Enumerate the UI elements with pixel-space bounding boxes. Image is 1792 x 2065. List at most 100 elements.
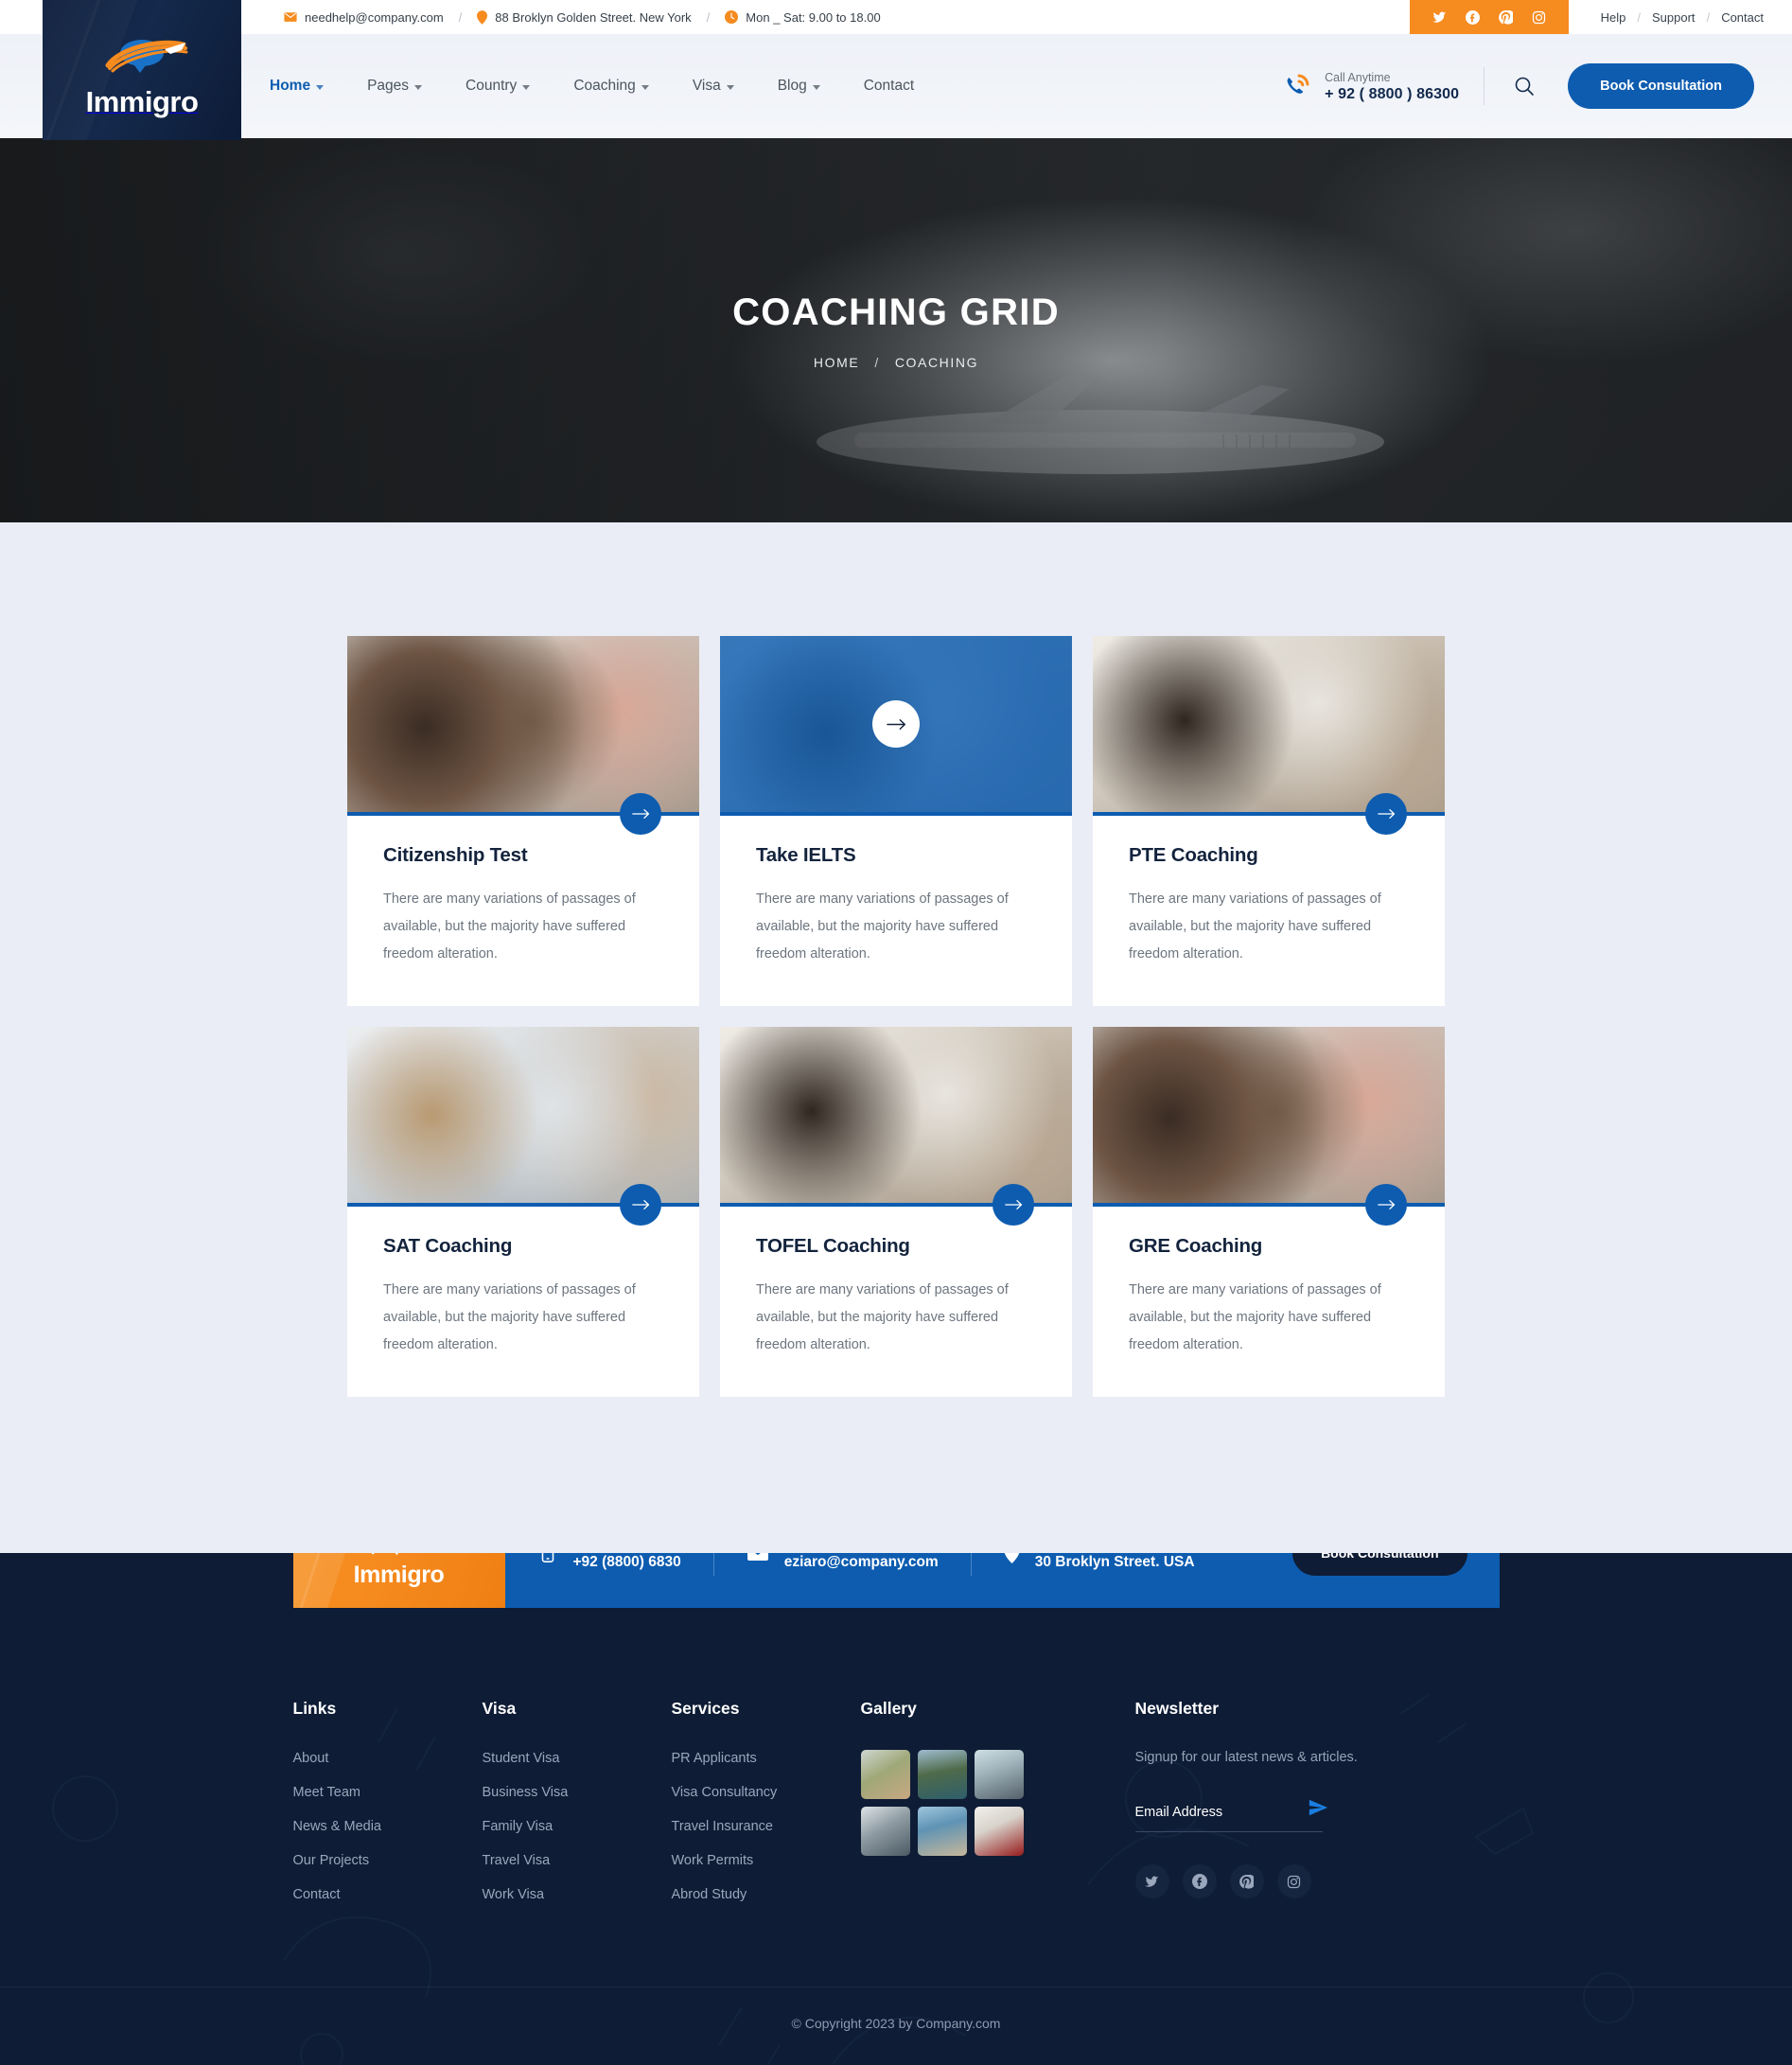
nav-item-coaching[interactable]: Coaching (552, 78, 671, 95)
card-arrow-icon[interactable] (1365, 793, 1407, 835)
footer-columns: Links About Meet Team News & Media Our P… (293, 1608, 1500, 1986)
topbar-link-help[interactable]: Help (1601, 10, 1626, 25)
page-title: COACHING GRID (732, 291, 1060, 333)
coaching-card-pte-coaching[interactable]: PTE Coaching There are many variations o… (1093, 636, 1445, 1006)
facebook-icon[interactable] (1182, 1864, 1217, 1898)
card-arrow-icon[interactable] (1365, 1184, 1407, 1226)
card-accent-bar (347, 1184, 699, 1226)
nav-label-pages: Pages (367, 78, 410, 94)
topbar-contact-group: needhelp@company.com / 88 Broklyn Golden… (284, 10, 881, 25)
footer-link-contact[interactable]: Contact (293, 1887, 341, 1902)
footer-column-newsletter: Newsletter Signup for our latest news & … (1134, 1699, 1500, 1920)
card-arrow-icon[interactable] (993, 1184, 1034, 1226)
card-title: Take IELTS (756, 844, 856, 866)
card-description: There are many variations of passages of… (1129, 1282, 1381, 1352)
call-anytime-block[interactable]: Call Anytime + 92 ( 8800 ) 86300 (1281, 69, 1459, 103)
footer-column-services: Services PR Applicants Visa Consultancy … (672, 1699, 861, 1920)
card-accent-bar (720, 1184, 1072, 1226)
list-item: Our Projects (293, 1852, 483, 1869)
nav-label-home: Home (270, 78, 311, 94)
list-item: About (293, 1750, 483, 1767)
coaching-card-citizenship-test[interactable]: Citizenship Test There are many variatio… (347, 636, 699, 1006)
send-icon[interactable] (1308, 1797, 1328, 1821)
list-item: Abrod Study (672, 1886, 861, 1903)
footer-email-item[interactable]: Email: eziaro@company.com (747, 1553, 971, 1571)
coaching-cards-section: Citizenship Test There are many variatio… (0, 522, 1792, 1553)
card-accent-bar (347, 793, 699, 835)
coaching-card-sat-coaching[interactable]: SAT Coaching There are many variations o… (347, 1027, 699, 1397)
card-accent-bar (1093, 1184, 1445, 1226)
footer-social-links (1134, 1864, 1500, 1898)
nav-item-pages[interactable]: Pages (345, 78, 444, 95)
twitter-icon[interactable] (1134, 1864, 1169, 1898)
footer-column-links: Links About Meet Team News & Media Our P… (293, 1699, 483, 1920)
gallery-thumb-office[interactable] (860, 1807, 910, 1856)
footer-address-item[interactable]: Address: 30 Broklyn Street. USA (1004, 1553, 1227, 1571)
chevron-down-icon (522, 84, 531, 90)
card-image (347, 636, 699, 812)
site-logo[interactable]: Immigro (43, 0, 241, 140)
footer-gallery-grid (860, 1750, 1135, 1856)
list-item: Travel Insurance (672, 1818, 861, 1835)
chevron-down-icon (641, 84, 649, 90)
envelope-icon (747, 1553, 769, 1562)
location-pin-icon (477, 9, 488, 25)
twitter-icon[interactable] (1432, 10, 1447, 25)
topbar-hours-text: Mon _ Sat: 9.00 to 18.00 (746, 9, 881, 25)
topbar-link-support[interactable]: Support (1652, 10, 1695, 25)
footer-logo-block[interactable]: Immigro (292, 1553, 505, 1608)
footer-address-value: 30 Broklyn Street. USA (1034, 1553, 1195, 1570)
footer-link-family-visa[interactable]: Family Visa (483, 1819, 553, 1834)
footer-book-consultation-button[interactable]: Book Consultation (1292, 1553, 1467, 1576)
card-arrow-icon[interactable] (620, 1184, 661, 1226)
footer-link-travel-visa[interactable]: Travel Visa (483, 1853, 551, 1868)
footer-link-travel-insurance[interactable]: Travel Insurance (672, 1819, 773, 1834)
breadcrumb-current: COACHING (894, 354, 979, 370)
topbar-link-contact[interactable]: Contact (1721, 10, 1764, 25)
topbar-sep-2: / (706, 9, 711, 25)
search-icon[interactable] (1509, 71, 1539, 101)
pinterest-icon[interactable] (1498, 9, 1513, 25)
instagram-icon[interactable] (1532, 10, 1546, 25)
main-navigation: Home Pages Country Coaching Visa Blog Co… (248, 34, 1792, 138)
footer-link-about[interactable]: About (293, 1751, 329, 1766)
facebook-icon[interactable] (1465, 9, 1480, 25)
footer-link-our-projects[interactable]: Our Projects (293, 1853, 370, 1868)
nav-item-blog[interactable]: Blog (756, 78, 842, 95)
header-divider (1484, 67, 1485, 105)
nav-item-country[interactable]: Country (444, 78, 552, 95)
card-arrow-icon[interactable] (872, 700, 920, 748)
pinterest-icon[interactable] (1229, 1864, 1264, 1898)
card-arrow-icon[interactable] (620, 793, 661, 835)
footer-link-visa-consultancy[interactable]: Visa Consultancy (672, 1785, 778, 1800)
footer-link-news-media[interactable]: News & Media (293, 1819, 381, 1834)
nav-item-home[interactable]: Home (248, 78, 345, 95)
gallery-thumb-documents[interactable] (974, 1807, 1024, 1856)
footer-link-pr-applicants[interactable]: PR Applicants (672, 1751, 757, 1766)
footer-link-student-visa[interactable]: Student Visa (483, 1751, 560, 1766)
gallery-thumb-palms[interactable] (917, 1750, 967, 1799)
footer-phone-item[interactable]: Phone: +92 (8800) 6830 (537, 1553, 713, 1571)
breadcrumb-home[interactable]: HOME (814, 355, 859, 370)
instagram-icon[interactable] (1276, 1864, 1311, 1898)
topbar-email-text: needhelp@company.com (305, 9, 444, 25)
footer-link-work-permits[interactable]: Work Permits (672, 1853, 754, 1868)
footer-link-business-visa[interactable]: Business Visa (483, 1785, 569, 1800)
nav-item-visa[interactable]: Visa (671, 78, 756, 95)
gallery-thumb-car[interactable] (860, 1750, 910, 1799)
card-description: There are many variations of passages of… (383, 1282, 636, 1352)
footer-link-work-visa[interactable]: Work Visa (483, 1887, 545, 1902)
topbar-email[interactable]: needhelp@company.com (284, 10, 444, 25)
list-item: Work Permits (672, 1852, 861, 1869)
email-input[interactable] (1134, 1799, 1323, 1832)
coaching-card-gre-coaching[interactable]: GRE Coaching There are many variations o… (1093, 1027, 1445, 1397)
footer-link-abrod-study[interactable]: Abrod Study (672, 1887, 747, 1902)
coaching-card-tofel-coaching[interactable]: TOFEL Coaching There are many variations… (720, 1027, 1072, 1397)
nav-item-contact[interactable]: Contact (842, 78, 936, 95)
clock-icon (725, 10, 739, 24)
book-consultation-button[interactable]: Book Consultation (1568, 63, 1754, 109)
footer-link-meet-team[interactable]: Meet Team (293, 1785, 360, 1800)
gallery-thumb-airplane[interactable] (917, 1807, 967, 1856)
coaching-card-take-ielts[interactable]: Take IELTS There are many variations of … (720, 636, 1072, 1006)
gallery-thumb-passport[interactable] (974, 1750, 1024, 1799)
